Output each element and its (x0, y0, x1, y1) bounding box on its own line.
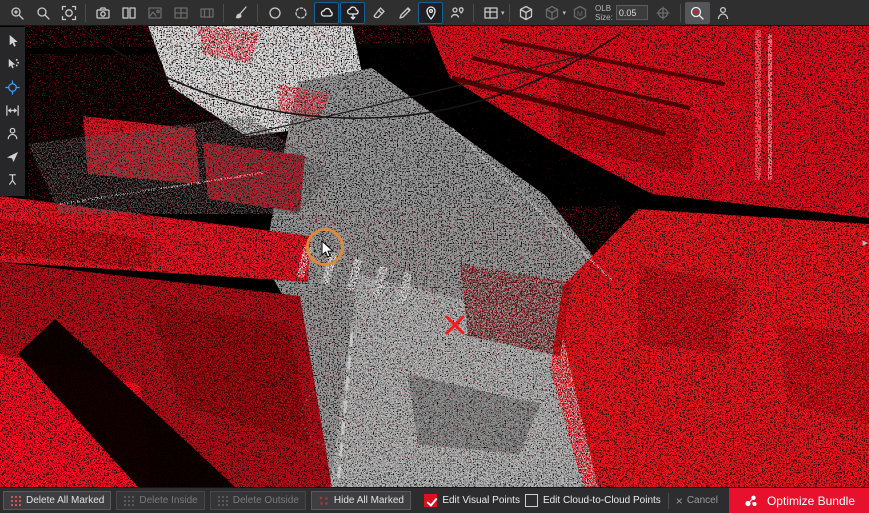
ladder-strip-2 (768, 34, 772, 180)
bundle-cluster-icon (743, 493, 759, 509)
bottom-bar-separator (668, 493, 669, 509)
application-window: ▾ ▾ M OLB Size: (0, 0, 869, 513)
cube-wire-icon[interactable] (540, 2, 565, 24)
ladder-strip-1 (755, 30, 761, 180)
checkbox-unchecked-icon[interactable] (525, 494, 538, 507)
mouse-cursor (321, 240, 335, 265)
bottom-toolbar: Delete All Marked Delete Inside Delete O… (0, 487, 869, 513)
layout-grid-icon[interactable] (478, 2, 503, 24)
cloud-download-icon[interactable] (340, 2, 365, 24)
brush-icon[interactable] (228, 2, 253, 24)
select-cursor-icon[interactable] (1, 31, 24, 52)
toolbar-separator (473, 4, 474, 22)
zoom-window-icon[interactable] (30, 2, 55, 24)
cube-dropdown-caret[interactable]: ▾ (563, 9, 567, 17)
hide-all-marked-button[interactable]: Hide All Marked (311, 491, 411, 510)
film-strip-icon[interactable] (194, 2, 219, 24)
zoom-extents-icon[interactable] (56, 2, 81, 24)
toolbar-separator (257, 4, 258, 22)
button-label: Hide All Marked (334, 495, 404, 506)
cube-m-icon[interactable]: M (567, 2, 592, 24)
optimize-label: Optimize Bundle (767, 494, 855, 508)
grid-view-icon[interactable] (168, 2, 193, 24)
checkbox-checked-icon[interactable] (424, 494, 437, 507)
delete-inside-button[interactable]: Delete Inside (116, 491, 204, 510)
checkbox-label: Edit Visual Points (442, 495, 520, 506)
image-view-icon[interactable] (142, 2, 167, 24)
optimize-bundle-button[interactable]: Optimize Bundle (729, 488, 869, 513)
button-label: Delete All Marked (26, 495, 104, 506)
circle-dashed-icon[interactable] (288, 2, 313, 24)
layout-dropdown-caret[interactable]: ▾ (501, 9, 505, 17)
cancel-button[interactable]: × Cancel (676, 495, 718, 506)
user-pin-icon[interactable] (444, 2, 469, 24)
olb-size-control: OLB Size: (595, 4, 648, 22)
measure-distance-icon[interactable] (1, 100, 24, 121)
olb-size-input[interactable] (616, 5, 648, 20)
hide-marked-icon (318, 495, 330, 507)
navigate-arrow-icon[interactable] (1, 146, 24, 167)
left-toolbar (0, 27, 25, 196)
pick-point-icon[interactable] (1, 77, 24, 98)
eraser-icon[interactable] (366, 2, 391, 24)
zoom-in-icon[interactable] (4, 2, 29, 24)
delete-all-marked-button[interactable]: Delete All Marked (3, 491, 111, 510)
panel-expand-chevron[interactable]: ▸ (862, 236, 868, 249)
marked-points-icon (10, 495, 22, 507)
cloud-icon[interactable] (314, 2, 339, 24)
olb-size-label: OLB Size: (595, 4, 613, 22)
split-view-icon[interactable] (116, 2, 141, 24)
toolbar-separator (85, 4, 86, 22)
cube-icon[interactable] (514, 2, 539, 24)
checkbox-label: Edit Cloud-to-Cloud Points (543, 495, 661, 506)
marked-points-icon (123, 495, 135, 507)
marked-points-icon (217, 495, 229, 507)
button-label: Delete Outside (233, 495, 299, 506)
select-points-icon[interactable] (1, 54, 24, 75)
circle-select-icon[interactable] (262, 2, 287, 24)
toolbar-separator (680, 4, 681, 22)
button-label: Delete Inside (139, 495, 197, 506)
pencil-icon[interactable] (392, 2, 417, 24)
edit-cloud-to-cloud-checkbox[interactable]: Edit Cloud-to-Cloud Points (525, 494, 661, 507)
person-view-icon[interactable] (1, 123, 24, 144)
cancel-label: Cancel (687, 495, 718, 506)
edit-visual-points-checkbox[interactable]: Edit Visual Points (424, 494, 520, 507)
toolbar-separator (509, 4, 510, 22)
viewport-3d[interactable]: ▸ (0, 26, 869, 487)
locate-icon[interactable] (685, 2, 710, 24)
top-toolbar: ▾ ▾ M OLB Size: (0, 0, 869, 26)
delete-outside-button[interactable]: Delete Outside (210, 491, 306, 510)
svg-text:M: M (577, 11, 583, 18)
apply-icon[interactable] (651, 2, 676, 24)
scan-station-icon[interactable] (1, 169, 24, 190)
toolbar-separator (223, 4, 224, 22)
person-icon[interactable] (711, 2, 736, 24)
close-icon: × (676, 496, 683, 506)
camera-icon[interactable] (90, 2, 115, 24)
point-cloud-viewport[interactable] (0, 26, 869, 487)
pin-icon[interactable] (418, 2, 443, 24)
